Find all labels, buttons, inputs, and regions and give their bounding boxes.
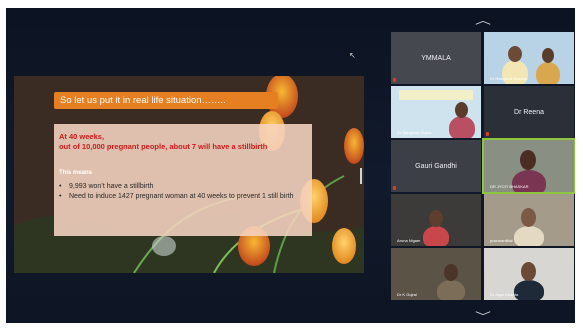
participant-tile[interactable]: Gauri Gandhi — [391, 140, 481, 192]
participant-caption: Dr K Gujral — [397, 292, 417, 297]
slide-headline: At 40 weeks, out of 10,000 pregnant peop… — [59, 132, 268, 151]
slide-banner: So let us put it in real life situation…… — [54, 92, 278, 109]
photo-frame: So let us put it in real life situation…… — [0, 0, 583, 330]
participant-tile[interactable]: Dr Jaya Chawla — [484, 248, 574, 300]
participant-tile[interactable]: Dr K Gujral — [391, 248, 481, 300]
participant-head — [508, 46, 522, 62]
participant-tile[interactable]: YMMALA — [391, 32, 481, 84]
participant-caption: Aruna Nigam — [397, 238, 421, 243]
participant-head — [444, 264, 458, 281]
bullet-icon: • — [59, 192, 62, 200]
participant-tile[interactable]: Aruna Nigam — [391, 194, 481, 246]
list-item: • 9,993 won’t have a stillbirth — [59, 182, 309, 192]
participant-video — [423, 226, 449, 246]
bullet-text: 9,993 won’t have a stillbirth — [69, 183, 154, 190]
participant-head — [521, 208, 536, 227]
mic-muted-icon — [486, 132, 489, 136]
share-scrollbar[interactable] — [360, 168, 362, 184]
shared-screen: So let us put it in real life situation…… — [14, 76, 364, 273]
participant-caption: pracmaniitial — [490, 238, 513, 243]
meeting-window: So let us put it in real life situation…… — [6, 8, 575, 323]
participant-caption: Dr Jaya Chawla — [490, 292, 519, 297]
participant-head — [429, 210, 443, 227]
participant-tile[interactable]: Dr Sangeeta Gupta — [391, 86, 481, 138]
slide-content-box: At 40 weeks, out of 10,000 pregnant peop… — [54, 124, 312, 236]
bullet-list: • 9,993 won’t have a stillbirth • Need t… — [59, 182, 309, 201]
participant-tile[interactable]: Dr Nilanjana Bhosale — [484, 32, 574, 84]
participant-video — [514, 226, 544, 246]
participant-head — [520, 150, 536, 170]
participant-name: Gauri Gandhi — [415, 162, 457, 170]
participant-head — [455, 102, 468, 118]
participant-caption: Dr Nilanjana Bhosale — [490, 76, 528, 81]
participant-caption: DR JYOTI BHASKAR — [490, 184, 529, 189]
participant-name: YMMALA — [421, 54, 451, 62]
participant-tile[interactable]: pracmaniitial — [484, 194, 574, 246]
mic-muted-icon — [393, 186, 396, 190]
participant-video — [449, 116, 475, 138]
participant-video — [437, 280, 465, 300]
participant-caption: Dr Sangeeta Gupta — [397, 130, 432, 135]
list-item: • Need to induce 1427 pregnant woman at … — [59, 192, 309, 202]
participant-tile-active-speaker[interactable]: DR JYOTI BHASKAR — [482, 138, 575, 194]
slide-subheading: This means — [59, 170, 93, 176]
chevron-down-icon[interactable]: ﹀ — [475, 308, 491, 323]
bullet-icon: • — [59, 183, 62, 190]
participant-tile[interactable]: Dr Reena — [484, 86, 574, 138]
bullet-text: Need to induce 1427 pregnant woman at 40… — [69, 192, 294, 200]
participant-video — [536, 62, 560, 84]
participant-name: Dr Reena — [514, 108, 544, 116]
participant-head — [521, 262, 536, 281]
participant-video — [514, 280, 544, 300]
mic-muted-icon — [393, 78, 396, 82]
participant-head — [542, 48, 554, 63]
chevron-up-icon[interactable]: ︿ — [475, 12, 491, 27]
virtual-background-banner — [399, 90, 473, 100]
cursor-icon: ↖ — [349, 51, 356, 60]
